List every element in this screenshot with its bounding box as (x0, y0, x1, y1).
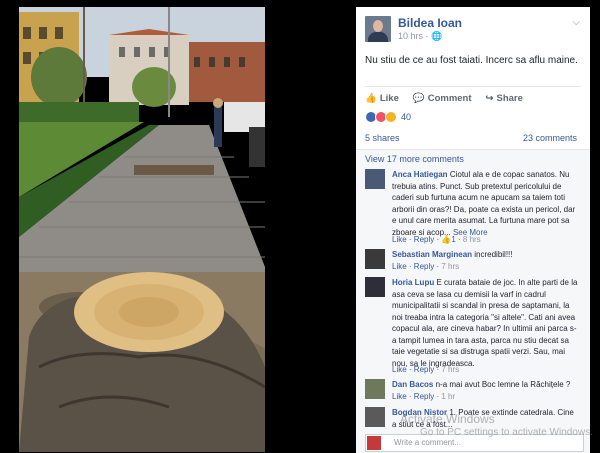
comment-author[interactable]: Dan Bacos (392, 380, 433, 389)
share-button[interactable]: ↪ Share (486, 93, 523, 104)
comment-icon: 💬 (412, 92, 425, 104)
comment-reply-button[interactable]: Reply (414, 365, 434, 374)
avatar[interactable] (365, 379, 385, 399)
comments-panel: Bildea Ioan 10 hrs · 🌐 ⌵ Nu stiu de ce a… (356, 7, 590, 453)
shares-link[interactable]: 5 shares (365, 133, 400, 143)
avatar[interactable] (365, 169, 385, 189)
comment-text: E curata bataie de joc. In alte parti de… (392, 278, 578, 368)
comment-text: n-a mai avut Boc lemne la Răchițele ? (435, 380, 571, 389)
like-button[interactable]: 👍 Like (365, 93, 399, 104)
comment-time[interactable]: 7 hrs (441, 262, 459, 271)
comment-author[interactable]: Horia Lupu (392, 278, 434, 287)
comment-like-button[interactable]: Like (392, 262, 407, 271)
street-photo-image (19, 7, 265, 452)
comment-time[interactable]: 7 hrs (441, 365, 459, 374)
comment-text: incredibil!!! (474, 250, 513, 259)
activate-windows-subtext: Go to PC settings to activate Windows. (420, 427, 593, 438)
thumbs-up-icon: 👍 (441, 235, 452, 244)
post-actions: 👍 Like 💬 Comment ↪ Share (365, 86, 581, 109)
view-more-comments-link[interactable]: View 17 more comments (365, 154, 464, 164)
author-avatar[interactable] (365, 16, 391, 42)
avatar[interactable] (365, 249, 385, 269)
comment-actions: Like · Reply · 7 hrs (392, 365, 460, 374)
comment-like-button[interactable]: Like (392, 235, 407, 244)
activate-windows-watermark: Activate Windows (400, 412, 495, 426)
share-icon: ↪ (485, 92, 494, 104)
comment-time[interactable]: 1 hr (441, 392, 455, 401)
chevron-down-icon[interactable]: ⌵ (572, 17, 580, 28)
post-photo[interactable] (19, 7, 265, 452)
reactions-count: 40 (401, 112, 412, 122)
post-meta: 10 hrs · 🌐 (398, 31, 443, 41)
comment-like-button[interactable]: Like (392, 365, 407, 374)
sad-reaction-icon (385, 111, 397, 123)
avatar[interactable] (365, 277, 385, 297)
comment-reply-button[interactable]: Reply (414, 235, 434, 244)
comment-actions: Like · Reply · 7 hrs (392, 262, 460, 271)
comments-count-link[interactable]: 23 comments (523, 133, 577, 143)
comment-author[interactable]: Sebastian Marginean (392, 250, 472, 259)
comment-time[interactable]: 8 hrs (463, 235, 481, 244)
post-text: Nu stiu de ce au fost taiati. Incerc sa … (365, 55, 578, 66)
comment-actions: Like · Reply · 👍1 · 8 hrs (392, 235, 481, 244)
comment-actions: Like · Reply · 1 hr (392, 392, 456, 401)
comment-like-count[interactable]: 1 (451, 235, 455, 244)
globe-icon: 🌐 (431, 31, 443, 41)
comment-button[interactable]: 💬 Comment (413, 93, 472, 104)
reactions-summary[interactable]: 40 (365, 108, 411, 126)
post-time[interactable]: 10 hrs (398, 31, 423, 41)
thumbs-up-icon: 👍 (365, 92, 377, 104)
post-author[interactable]: Bildea Ioan (398, 16, 462, 30)
comment-author[interactable]: Anca Hatiegan (392, 170, 448, 179)
avatar (367, 436, 381, 450)
comment-reply-button[interactable]: Reply (414, 392, 434, 401)
comment-input-placeholder: Write a comment... (394, 438, 461, 447)
comment-like-button[interactable]: Like (392, 392, 407, 401)
avatar[interactable] (365, 407, 385, 427)
comment-reply-button[interactable]: Reply (414, 262, 434, 271)
